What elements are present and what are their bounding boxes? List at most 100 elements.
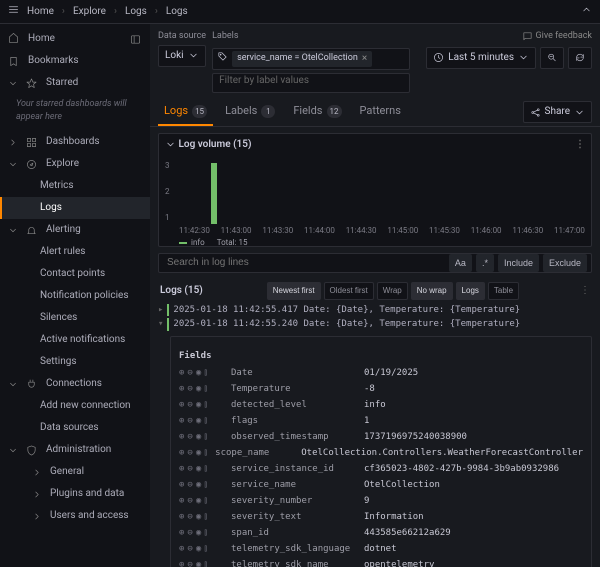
time-range-button[interactable]: Last 5 minutes bbox=[426, 47, 536, 69]
eye-icon[interactable]: ◉ bbox=[196, 368, 201, 378]
menu-icon[interactable] bbox=[8, 4, 19, 20]
collapse-icon[interactable] bbox=[581, 4, 592, 20]
crumb[interactable]: Explore bbox=[73, 5, 106, 19]
eye-icon[interactable]: ◉ bbox=[196, 416, 201, 426]
wrap-button[interactable]: Wrap bbox=[377, 282, 408, 300]
close-icon[interactable]: × bbox=[362, 52, 367, 66]
sidebar-settings[interactable]: Settings bbox=[0, 351, 150, 373]
zoom-out-icon[interactable]: ⊖ bbox=[187, 448, 192, 458]
eye-icon[interactable]: ◉ bbox=[196, 512, 201, 522]
zoom-out-icon[interactable]: ⊖ bbox=[187, 512, 192, 522]
zoom-in-icon[interactable]: ⊕ bbox=[179, 464, 184, 474]
stats-icon[interactable]: ⫾ bbox=[204, 464, 207, 474]
zoom-out-icon[interactable]: ⊖ bbox=[187, 400, 192, 410]
sidebar-home[interactable]: Home bbox=[0, 28, 150, 50]
zoom-out-icon[interactable]: ⊖ bbox=[187, 464, 192, 474]
sidebar-starred[interactable]: Starred bbox=[0, 72, 150, 94]
stats-icon[interactable]: ⫾ bbox=[204, 512, 207, 522]
zoom-in-icon[interactable]: ⊕ bbox=[179, 496, 184, 506]
refresh-button[interactable] bbox=[568, 47, 592, 69]
oldest-first-button[interactable]: Oldest first bbox=[324, 282, 374, 300]
sidebar-logs[interactable]: Logs bbox=[0, 197, 150, 219]
tab-logs[interactable]: Logs15 bbox=[158, 98, 213, 126]
label-chip[interactable]: service_name = OtelCollection× bbox=[232, 51, 372, 67]
zoom-in-icon[interactable]: ⊕ bbox=[179, 400, 184, 410]
zoom-out-icon[interactable]: ⊖ bbox=[187, 528, 192, 538]
dock-icon[interactable] bbox=[130, 34, 142, 45]
nowrap-button[interactable]: No wrap bbox=[411, 282, 453, 300]
newest-first-button[interactable]: Newest first bbox=[267, 282, 321, 300]
zoom-out-icon[interactable]: ⊖ bbox=[187, 560, 192, 567]
zoom-in-icon[interactable]: ⊕ bbox=[179, 432, 184, 442]
logs-menu[interactable]: ⋮ bbox=[580, 284, 590, 298]
sidebar-contact-points[interactable]: Contact points bbox=[0, 263, 150, 285]
zoom-out-button[interactable] bbox=[540, 47, 564, 69]
regex-toggle[interactable]: .* bbox=[476, 254, 494, 272]
chevron-down-icon[interactable] bbox=[165, 139, 176, 150]
zoom-in-icon[interactable]: ⊕ bbox=[179, 480, 184, 490]
zoom-in-icon[interactable]: ⊕ bbox=[179, 560, 184, 567]
zoom-out-icon[interactable]: ⊖ bbox=[187, 384, 192, 394]
stats-icon[interactable]: ⫾ bbox=[204, 448, 207, 458]
sidebar-alerting[interactable]: Alerting bbox=[0, 219, 150, 241]
sidebar-notif-policies[interactable]: Notification policies bbox=[0, 285, 150, 307]
stats-icon[interactable]: ⫾ bbox=[204, 528, 207, 538]
sidebar-users[interactable]: Users and access bbox=[0, 505, 150, 527]
sidebar-admin[interactable]: Administration bbox=[0, 439, 150, 461]
label-filter-input[interactable]: Filter by label values bbox=[212, 73, 410, 93]
stats-icon[interactable]: ⫾ bbox=[204, 544, 207, 554]
eye-icon[interactable]: ◉ bbox=[196, 496, 201, 506]
stats-icon[interactable]: ⫾ bbox=[204, 384, 207, 394]
zoom-in-icon[interactable]: ⊕ bbox=[179, 448, 184, 458]
stats-icon[interactable]: ⫾ bbox=[204, 496, 207, 506]
sidebar-connections[interactable]: Connections bbox=[0, 373, 150, 395]
eye-icon[interactable]: ◉ bbox=[196, 528, 201, 538]
crumb[interactable]: Logs bbox=[125, 5, 147, 19]
eye-icon[interactable]: ◉ bbox=[196, 544, 201, 554]
give-feedback[interactable]: Give feedback bbox=[522, 30, 593, 43]
stats-icon[interactable]: ⫾ bbox=[204, 400, 207, 410]
sidebar-data-sources[interactable]: Data sources bbox=[0, 417, 150, 439]
datasource-select[interactable]: Loki bbox=[158, 45, 206, 67]
exclude-button[interactable]: Exclude bbox=[543, 254, 587, 272]
include-button[interactable]: Include bbox=[498, 254, 539, 272]
stats-icon[interactable]: ⫾ bbox=[204, 416, 207, 426]
stats-icon[interactable]: ⫾ bbox=[204, 432, 207, 442]
sidebar-bookmarks[interactable]: Bookmarks bbox=[0, 50, 150, 72]
zoom-out-icon[interactable]: ⊖ bbox=[187, 480, 192, 490]
label-chip-row[interactable]: service_name = OtelCollection× bbox=[212, 48, 410, 70]
log-line[interactable]: ▸2025-01-18 11:42:55.417 Date: {Date}, T… bbox=[158, 303, 592, 318]
sidebar-metrics[interactable]: Metrics bbox=[0, 175, 150, 197]
tab-fields[interactable]: Fields12 bbox=[287, 98, 347, 126]
zoom-in-icon[interactable]: ⊕ bbox=[179, 544, 184, 554]
table-view-button[interactable]: Table bbox=[488, 282, 519, 300]
sidebar-alert-rules[interactable]: Alert rules bbox=[0, 241, 150, 263]
zoom-in-icon[interactable]: ⊕ bbox=[179, 368, 184, 378]
sidebar-dashboards[interactable]: Dashboards bbox=[0, 131, 150, 153]
log-volume-chart[interactable]: 321 11:42:3011:43:0011:43:3011:44:0011:4… bbox=[159, 156, 591, 246]
eye-icon[interactable]: ◉ bbox=[196, 400, 201, 410]
zoom-out-icon[interactable]: ⊖ bbox=[187, 544, 192, 554]
eye-icon[interactable]: ◉ bbox=[196, 384, 201, 394]
log-line[interactable]: ▾2025-01-18 11:42:55.240 Date: {Date}, T… bbox=[158, 317, 592, 332]
zoom-in-icon[interactable]: ⊕ bbox=[179, 416, 184, 426]
zoom-out-icon[interactable]: ⊖ bbox=[187, 416, 192, 426]
zoom-out-icon[interactable]: ⊖ bbox=[187, 432, 192, 442]
sidebar-silences[interactable]: Silences bbox=[0, 307, 150, 329]
zoom-out-icon[interactable]: ⊖ bbox=[187, 368, 192, 378]
tab-labels[interactable]: Labels1 bbox=[219, 98, 281, 126]
sidebar-add-conn[interactable]: Add new connection bbox=[0, 395, 150, 417]
sidebar-explore[interactable]: Explore bbox=[0, 153, 150, 175]
share-button[interactable]: Share bbox=[523, 101, 592, 123]
sidebar-active-notif[interactable]: Active notifications bbox=[0, 329, 150, 351]
zoom-in-icon[interactable]: ⊕ bbox=[179, 512, 184, 522]
stats-icon[interactable]: ⫾ bbox=[204, 480, 207, 490]
panel-menu[interactable]: ⋮ bbox=[575, 138, 585, 152]
crumb[interactable]: Home bbox=[27, 5, 54, 19]
eye-icon[interactable]: ◉ bbox=[196, 432, 201, 442]
stats-icon[interactable]: ⫾ bbox=[204, 368, 207, 378]
case-toggle[interactable]: Aa bbox=[449, 254, 472, 272]
eye-icon[interactable]: ◉ bbox=[196, 448, 201, 458]
sidebar-plugins[interactable]: Plugins and data bbox=[0, 483, 150, 505]
sidebar-general[interactable]: General bbox=[0, 461, 150, 483]
